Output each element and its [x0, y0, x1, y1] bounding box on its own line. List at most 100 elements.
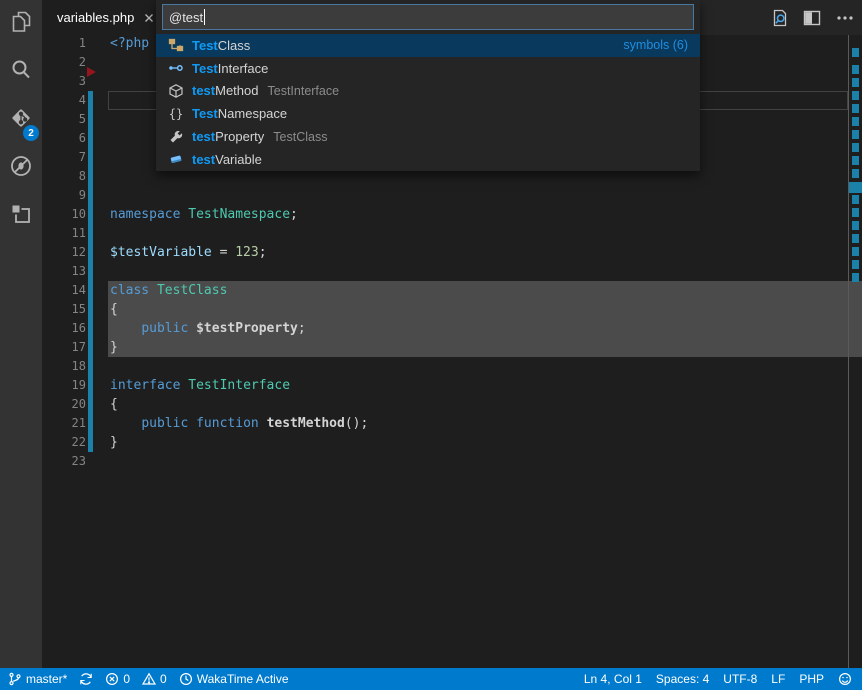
line-number[interactable]: 1 [42, 35, 86, 53]
line-number[interactable]: 3 [42, 72, 86, 91]
line-number[interactable]: 12 [42, 243, 86, 262]
line-number[interactable]: 11 [42, 224, 86, 243]
overview-ruler-mark [849, 182, 862, 193]
line-number[interactable]: 13 [42, 262, 86, 281]
line-number[interactable]: 17 [42, 338, 86, 357]
result-match-text: Test [192, 61, 218, 76]
file-search-button[interactable] [768, 7, 790, 29]
result-label: Interface [218, 61, 269, 76]
property-symbol-icon [168, 129, 184, 145]
smiley-icon [838, 672, 852, 686]
wakatime-label: WakaTime Active [197, 672, 289, 686]
more-actions-button[interactable] [834, 7, 856, 29]
overview-ruler-mark [852, 221, 859, 230]
code-line[interactable]: $testVariable = 123; [110, 243, 848, 262]
vscode-window: 2 variables.php [0, 0, 862, 690]
editor-gutter: 1234567891011121314151617181920212223 [42, 35, 108, 668]
editor-group: variables.php [42, 0, 862, 668]
result-match-text: test [192, 129, 215, 144]
cursor-position-status[interactable]: Ln 4, Col 1 [584, 672, 642, 686]
overview-ruler-mark [852, 48, 859, 57]
git-branch-status[interactable]: master* [8, 672, 67, 686]
quick-open-input-wrap: @test [156, 0, 700, 34]
overview-ruler-mark [852, 104, 859, 113]
class-symbol-icon [168, 37, 184, 53]
result-match-text: Test [192, 38, 218, 53]
line-number[interactable]: 7 [42, 148, 86, 167]
encoding-status[interactable]: UTF-8 [723, 672, 757, 686]
source-control-badge: 2 [23, 125, 39, 141]
code-line[interactable]: { [110, 395, 848, 414]
extensions-icon [8, 201, 34, 232]
line-number[interactable]: 4 [42, 91, 86, 110]
language-mode-status[interactable]: PHP [799, 672, 824, 686]
result-match-text: test [192, 152, 215, 167]
sync-icon [79, 672, 93, 686]
overview-ruler-mark [852, 169, 859, 178]
overview-ruler-mark [852, 143, 859, 152]
result-label: Method [215, 83, 258, 98]
code-line[interactable]: { [110, 300, 848, 319]
indentation-status[interactable]: Spaces: 4 [656, 672, 709, 686]
code-line[interactable]: } [110, 338, 848, 357]
activity-explorer-button[interactable] [0, 0, 42, 48]
overview-ruler-mark [852, 273, 859, 282]
line-number[interactable]: 16 [42, 319, 86, 338]
split-editor-button[interactable] [801, 7, 823, 29]
result-label: Variable [215, 152, 262, 167]
line-number[interactable]: 15 [42, 300, 86, 319]
quick-open-result[interactable]: TestInterface [156, 57, 700, 80]
sync-button[interactable] [79, 672, 93, 686]
tab-variables-php[interactable]: variables.php [42, 0, 160, 35]
quick-open-result[interactable]: TestClasssymbols (6) [156, 34, 700, 57]
search-icon [8, 57, 34, 88]
overview-ruler[interactable] [848, 35, 862, 668]
code-line[interactable]: class TestClass [110, 281, 848, 300]
status-bar-left: master* 0 [0, 672, 289, 686]
code-line[interactable]: public $testProperty; [110, 319, 848, 338]
line-number[interactable]: 18 [42, 357, 86, 376]
namespace-symbol-icon: {} [168, 106, 184, 122]
variable-symbol-icon [168, 151, 184, 167]
line-number[interactable]: 22 [42, 433, 86, 452]
code-line[interactable]: namespace TestNamespace; [110, 205, 848, 224]
overview-ruler-mark [852, 260, 859, 269]
text-cursor [204, 9, 205, 25]
quick-open-input[interactable]: @test [162, 4, 694, 30]
line-number[interactable]: 23 [42, 452, 86, 471]
tab-close-button[interactable] [144, 13, 154, 23]
quick-open-result[interactable]: testPropertyTestClass [156, 125, 700, 148]
line-number[interactable]: 14 [42, 281, 86, 300]
code-line[interactable] [110, 357, 848, 376]
problems-status[interactable]: 0 0 [105, 672, 166, 686]
activity-extensions-button[interactable] [0, 192, 42, 240]
code-line[interactable] [110, 224, 848, 243]
eol-status[interactable]: LF [771, 672, 785, 686]
quick-open-result[interactable]: testMethodTestInterface [156, 80, 700, 103]
line-number[interactable]: 2 [42, 53, 86, 72]
interface-symbol-icon [168, 60, 184, 76]
line-number[interactable]: 9 [42, 186, 86, 205]
code-line[interactable]: interface TestInterface [110, 376, 848, 395]
line-number[interactable]: 8 [42, 167, 86, 186]
feedback-smiley-button[interactable] [838, 672, 852, 686]
code-line[interactable] [110, 186, 848, 205]
code-line[interactable]: public function testMethod(); [110, 414, 848, 433]
result-label: Namespace [218, 106, 287, 121]
line-number[interactable]: 6 [42, 129, 86, 148]
code-line[interactable] [110, 452, 848, 471]
line-number[interactable]: 19 [42, 376, 86, 395]
quick-open-result[interactable]: {}TestNamespace [156, 102, 700, 125]
activity-debug-button[interactable] [0, 144, 42, 192]
line-number[interactable]: 20 [42, 395, 86, 414]
line-number[interactable]: 21 [42, 414, 86, 433]
activity-source-control-button[interactable]: 2 [0, 96, 42, 144]
code-line[interactable]: } [110, 433, 848, 452]
line-number[interactable]: 10 [42, 205, 86, 224]
wakatime-status[interactable]: WakaTime Active [179, 672, 289, 686]
line-number[interactable]: 5 [42, 110, 86, 129]
code-line[interactable] [110, 262, 848, 281]
quick-open-result[interactable]: testVariable [156, 148, 700, 171]
result-label: Class [218, 38, 251, 53]
activity-search-button[interactable] [0, 48, 42, 96]
